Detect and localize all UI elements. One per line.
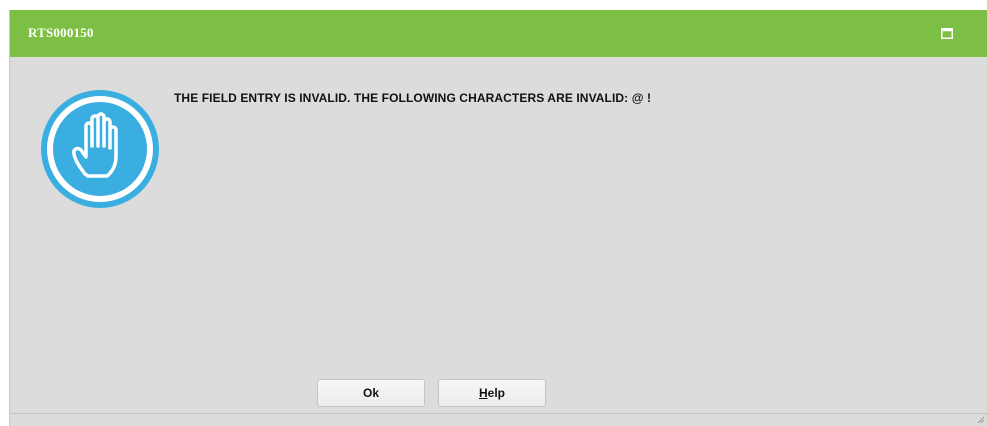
footer-divider: [10, 413, 987, 414]
help-button-label: elp: [487, 386, 505, 400]
help-accelerator-key: H: [478, 386, 488, 400]
resize-grip-icon[interactable]: [977, 416, 985, 424]
stop-hand-icon: [41, 90, 159, 208]
maximize-icon[interactable]: [941, 28, 953, 39]
error-message: THE FIELD ENTRY IS INVALID. THE FOLLOWIN…: [174, 91, 652, 105]
help-button[interactable]: Help: [438, 379, 546, 407]
ok-button-label: Ok: [362, 386, 379, 400]
dialog-titlebar[interactable]: RTS000150: [10, 10, 987, 57]
error-dialog: RTS000150 THE FIELD ENTRY IS INVALID. TH…: [9, 10, 987, 426]
ok-button[interactable]: Ok: [317, 379, 425, 407]
dialog-title: RTS000150: [28, 25, 94, 40]
